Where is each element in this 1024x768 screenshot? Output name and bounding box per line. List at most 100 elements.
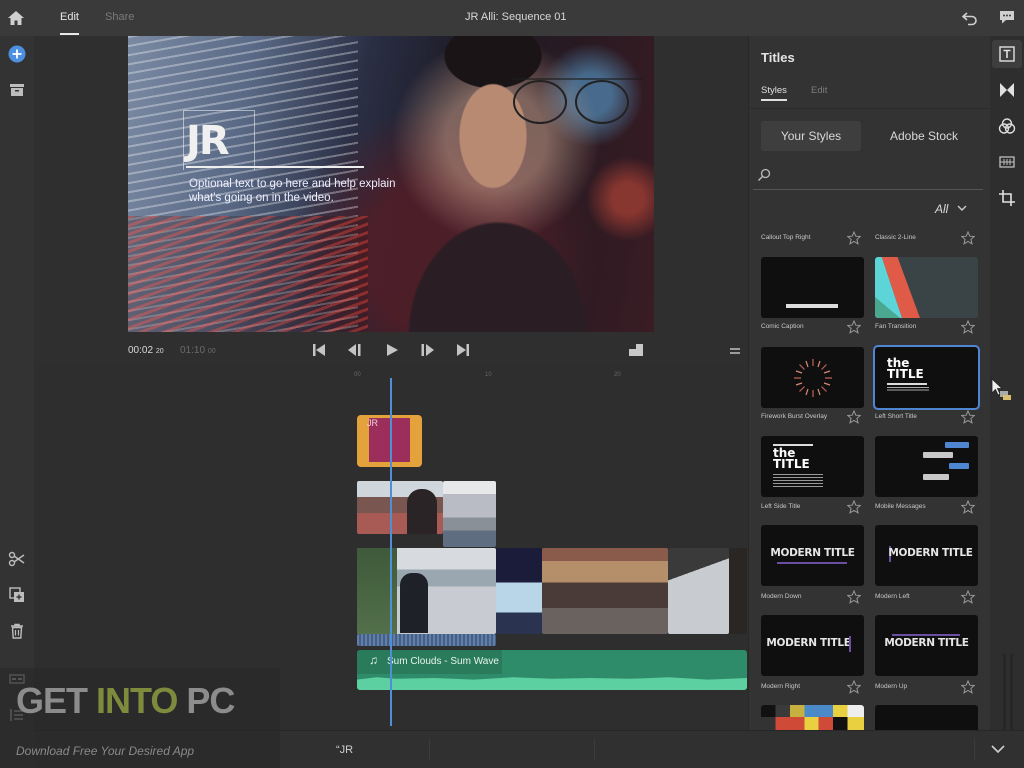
star-icon[interactable] (847, 231, 861, 245)
star-icon[interactable] (847, 320, 861, 334)
video-clip[interactable] (357, 548, 496, 634)
star-icon[interactable] (961, 680, 975, 694)
style-thumbnail: MODERN TITLE (761, 525, 864, 586)
app-window: Edit Share JR Alli: Sequence 01 JR Optio… (0, 0, 1024, 768)
style-thumbnail (875, 257, 978, 318)
caption-bar (786, 304, 838, 308)
style-name: Callout Top Right (761, 234, 811, 241)
audio-clip[interactable]: ♫ Sum Clouds - Sum Wave (357, 650, 747, 690)
star-icon[interactable] (961, 500, 975, 514)
message-bubble (923, 474, 949, 480)
video-preview[interactable]: JR Optional text to go here and help exp… (128, 36, 654, 332)
style-name: Firework Burst Overlay (761, 413, 828, 420)
video-clip[interactable] (542, 548, 668, 634)
color-icon[interactable] (998, 117, 1016, 135)
thumb-body-text (887, 387, 929, 392)
music-note-icon: ♫ (369, 653, 378, 667)
scissors-icon[interactable] (8, 550, 26, 568)
tab-edit[interactable]: Edit (60, 11, 79, 35)
sequence-title: JR Alli: Sequence 01 (465, 11, 567, 23)
style-thumbnail: MODERN TITLE (875, 525, 978, 586)
message-bubble (945, 442, 969, 448)
filter-dropdown[interactable]: All (935, 202, 948, 216)
thumb-title-text: MODERN TITLE (888, 547, 973, 559)
tab-styles[interactable]: Styles (761, 85, 787, 101)
titles-panel: Titles Styles Edit Your Styles Adobe Sto… (748, 36, 991, 730)
thumb-title-text: the TITLE (887, 356, 924, 381)
tab-share[interactable]: Share (105, 11, 134, 23)
watermark-word: PC (177, 680, 235, 721)
clip-audio-waveform (357, 634, 496, 646)
star-icon[interactable] (961, 231, 975, 245)
transitions-icon[interactable] (998, 81, 1016, 99)
trash-icon[interactable] (8, 622, 26, 640)
style-thumbnail-partial[interactable] (875, 705, 978, 730)
star-icon[interactable] (961, 320, 975, 334)
thumb-title-text: the TITLE (773, 446, 810, 471)
top-bar: Edit Share JR Alli: Sequence 01 (0, 0, 1024, 36)
title-overlay-rule (186, 166, 364, 168)
style-name: Modern Right (761, 683, 801, 690)
video-clip[interactable] (496, 548, 542, 634)
search-underline (753, 189, 983, 190)
style-name: Modern Left (875, 593, 910, 600)
playhead[interactable] (390, 378, 392, 726)
star-icon[interactable] (847, 410, 861, 424)
skip-to-end-icon[interactable] (455, 343, 471, 357)
skip-to-start-icon[interactable] (311, 343, 327, 357)
timecode-total: 01:10 00 (180, 345, 216, 356)
crop-icon[interactable] (998, 189, 1016, 207)
video-clip[interactable] (668, 548, 729, 634)
message-bubble (923, 452, 953, 458)
style-name: Mobile Messages (875, 503, 926, 510)
video-clip[interactable] (729, 548, 747, 634)
star-icon[interactable] (961, 590, 975, 604)
chevron-down-icon[interactable] (990, 742, 1006, 756)
mouse-cursor-icon (991, 378, 1011, 400)
adobe-stock-button[interactable]: Adobe Stock (871, 121, 977, 151)
fit-view-icon[interactable] (628, 343, 644, 357)
titles-icon[interactable] (998, 45, 1016, 63)
home-icon[interactable] (7, 9, 25, 27)
ruler-tick: 10 (485, 372, 492, 378)
left-toolbar (0, 36, 34, 768)
audio-mixer-icon[interactable] (998, 153, 1016, 171)
tab-panel-edit[interactable]: Edit (811, 85, 827, 96)
ruler-tick: 20 (614, 372, 621, 378)
styles-search-input[interactable] (775, 164, 981, 186)
style-thumbnail (761, 347, 864, 408)
track-label: “JR (336, 744, 354, 756)
style-thumbnail (875, 436, 978, 497)
star-icon[interactable] (847, 590, 861, 604)
duplicate-icon[interactable] (8, 586, 26, 604)
comment-icon[interactable] (998, 8, 1016, 26)
style-name: Classic 2-Line (875, 234, 916, 241)
firework-burst (794, 359, 832, 397)
thumb-rule (887, 383, 927, 385)
thumb-title-text: MODERN TITLE (766, 637, 851, 649)
watermark-word: INTO (96, 680, 178, 721)
project-box-icon[interactable] (8, 81, 26, 99)
your-styles-button[interactable]: Your Styles (761, 121, 861, 151)
star-icon[interactable] (961, 410, 975, 424)
message-bubble (949, 463, 969, 469)
step-forward-icon[interactable] (419, 343, 435, 357)
timeline-menu-icon[interactable] (729, 346, 741, 356)
search-icon (757, 168, 771, 182)
thumb-title-text: MODERN TITLE (884, 637, 969, 649)
video-clip[interactable] (357, 481, 443, 534)
play-icon[interactable] (384, 343, 400, 357)
style-thumbnail-partial[interactable] (761, 705, 864, 730)
divider (594, 739, 595, 761)
timecode-current-frames: 20 (155, 348, 164, 355)
star-icon[interactable] (847, 500, 861, 514)
undo-icon[interactable] (961, 9, 979, 27)
add-media-icon[interactable] (8, 45, 26, 63)
step-back-icon[interactable] (347, 343, 363, 357)
video-clip[interactable] (443, 481, 496, 547)
star-icon[interactable] (847, 680, 861, 694)
ruler-tick: 00 (354, 372, 361, 378)
style-name: Modern Up (875, 683, 908, 690)
chevron-down-icon[interactable] (957, 204, 967, 212)
style-thumbnail (761, 257, 864, 318)
